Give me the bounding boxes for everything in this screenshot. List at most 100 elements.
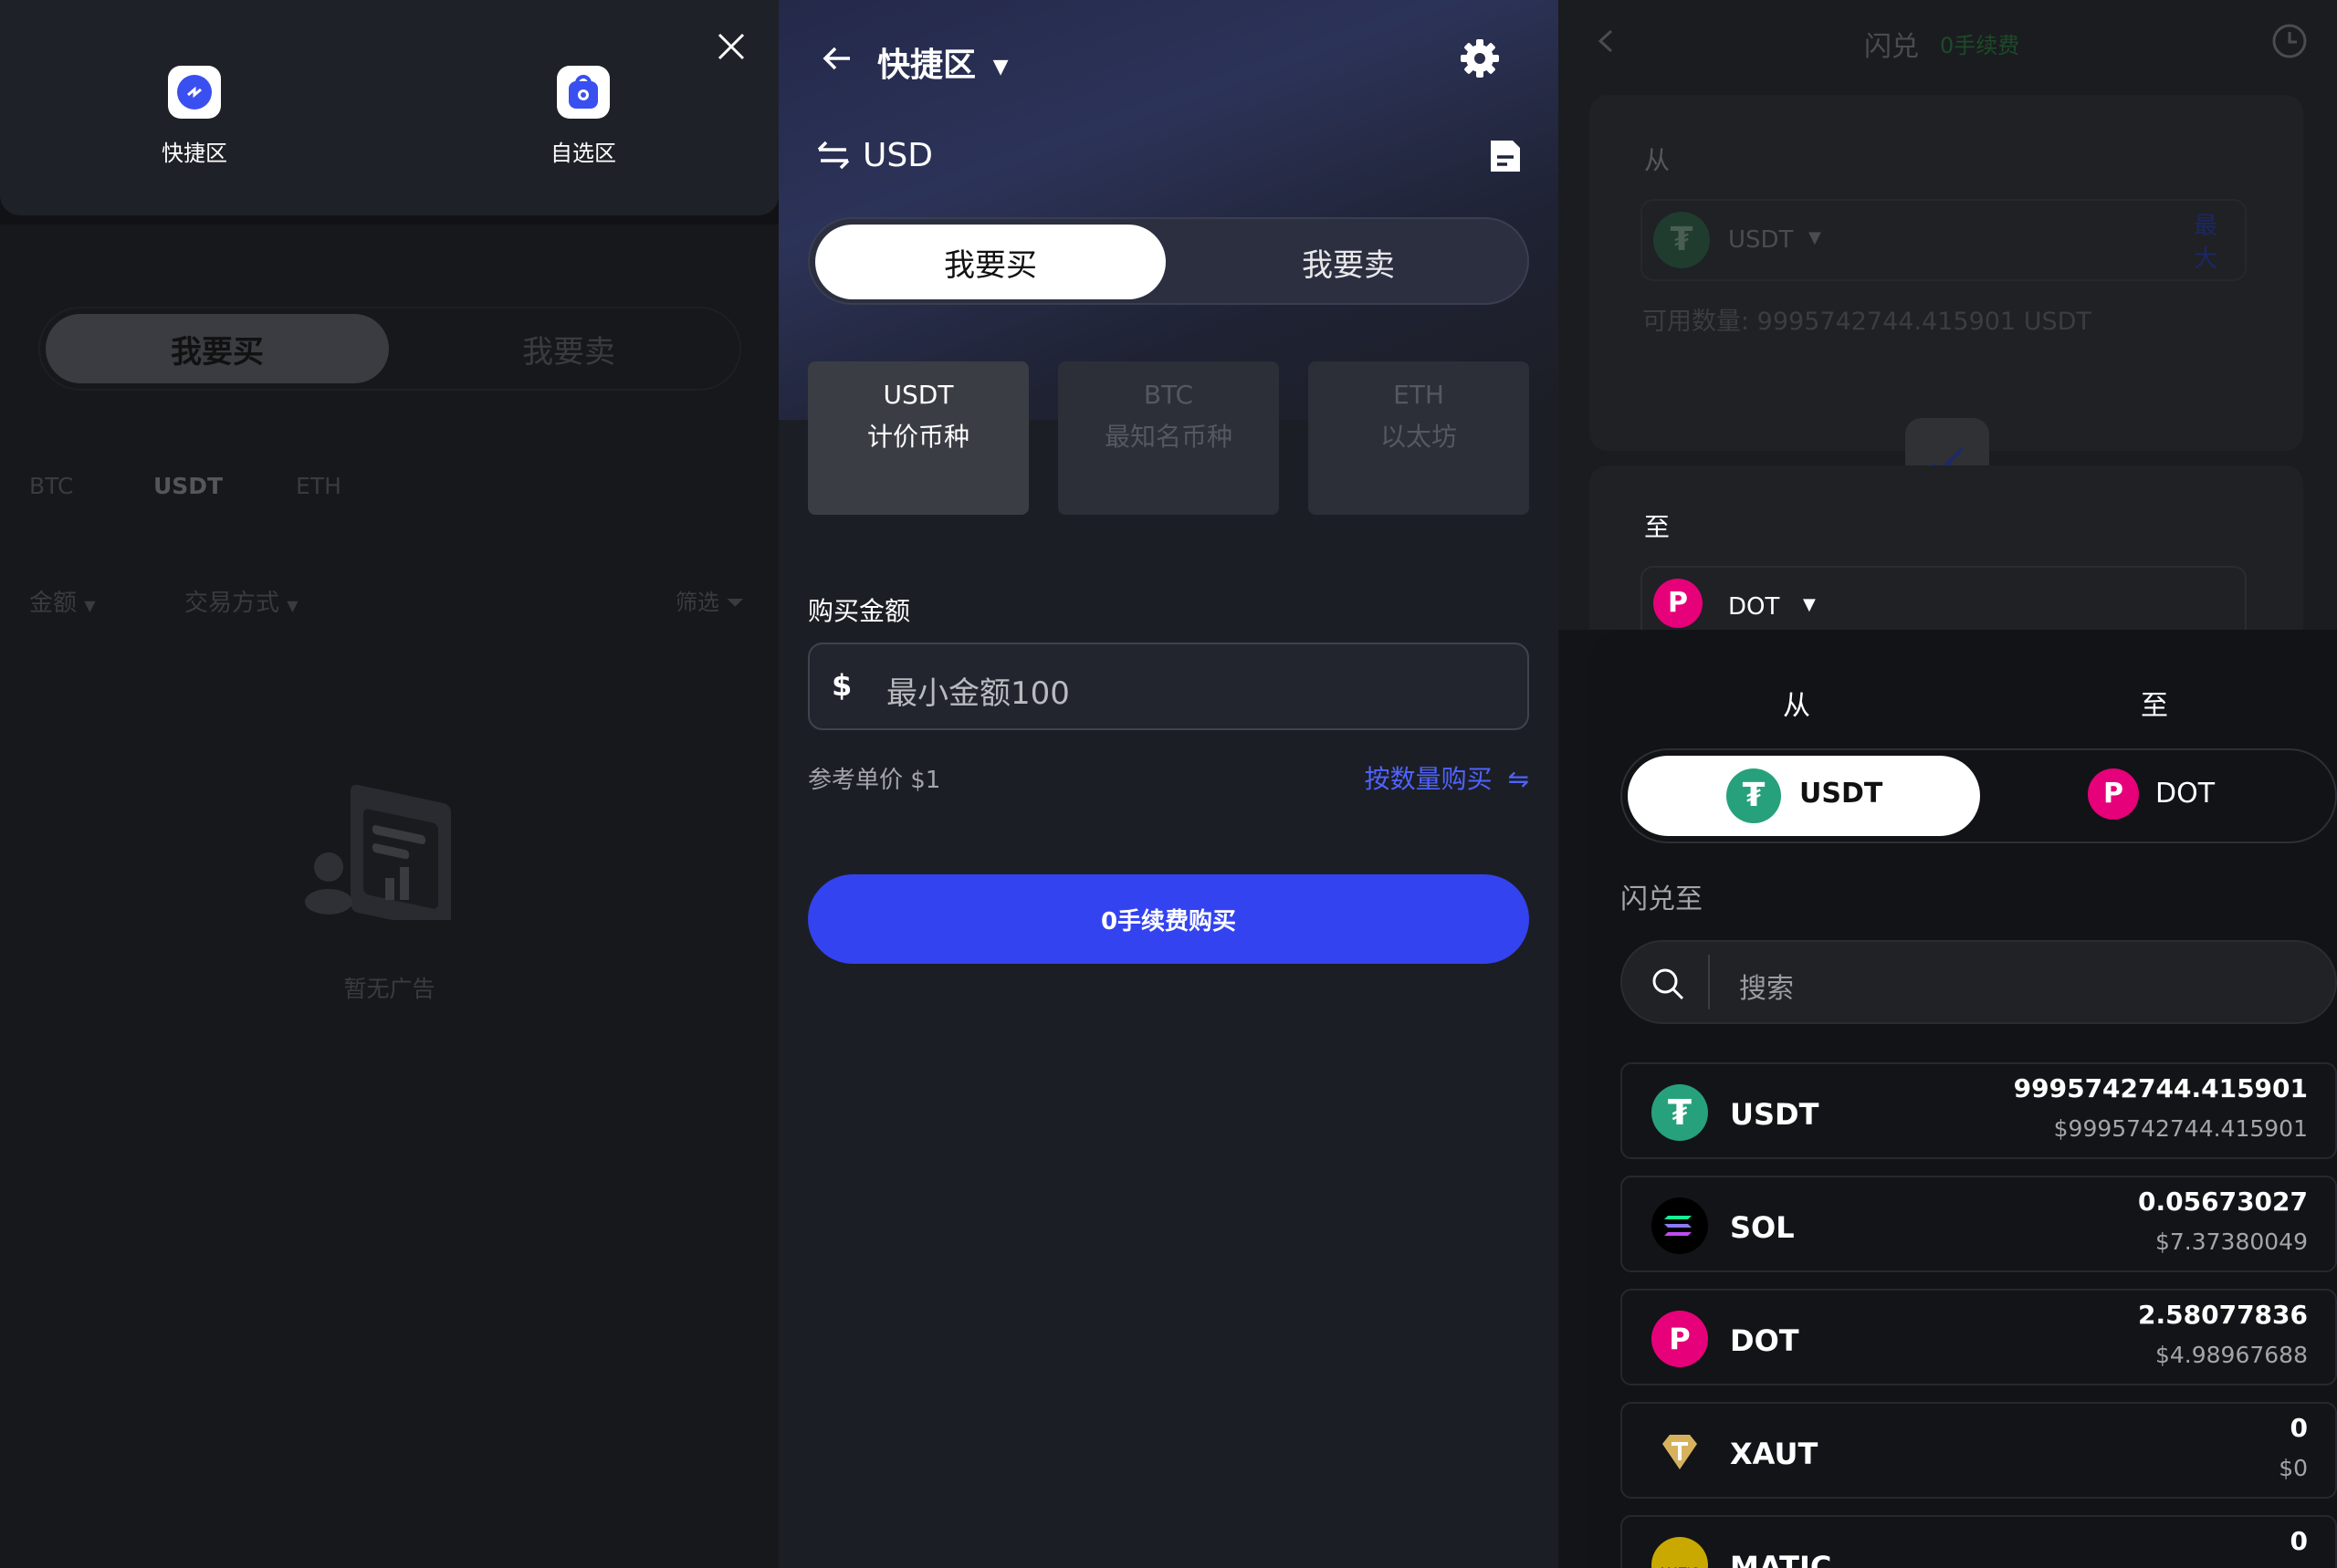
caret-down-icon: ▼ — [287, 597, 299, 614]
from-segment-label: USDT — [1799, 778, 1883, 810]
to-label: 至 — [1644, 512, 1671, 542]
from-label: 从 — [1644, 145, 1671, 175]
amount-filter[interactable]: 金额 ▼ — [29, 584, 96, 618]
back-chevron-icon[interactable] — [1595, 27, 1617, 55]
token-row-matic[interactable]: MATIC MATIC 0 — [1620, 1515, 2337, 1568]
token-row-dot[interactable]: P DOT 2.58077836 $4.98967688 — [1620, 1289, 2337, 1385]
to-card: 至 P DOT ▼ — [1589, 465, 2303, 648]
coin-card-btc[interactable]: BTC 最知名币种 — [1058, 361, 1279, 515]
token-amount: 2.58077836 — [2138, 1300, 2308, 1330]
token-amount: 0 — [2290, 1526, 2308, 1556]
polkadot-icon: P — [2088, 768, 2139, 820]
caret-down-icon: ▼ — [992, 55, 1009, 78]
shopping-bag-icon — [569, 75, 598, 109]
token-amount: 0.05673027 — [2138, 1186, 2308, 1217]
search-placeholder: 搜索 — [1739, 973, 1794, 1005]
token-row-sol[interactable]: SOL 0.05673027 $7.37380049 — [1620, 1176, 2337, 1272]
coin-card-name: BTC — [1143, 380, 1194, 410]
sheet-tab-from[interactable]: 从 — [1783, 683, 1810, 723]
solana-logo — [1664, 1216, 1692, 1236]
caret-down-icon: ▼ — [1803, 595, 1816, 614]
fiat-currency-selector[interactable]: USD — [863, 137, 933, 174]
reference-price: 参考单价 $1 — [808, 767, 941, 794]
buy-zero-fee-button[interactable]: 0手续费购买 — [808, 874, 1529, 964]
token-amount: 0 — [2290, 1413, 2308, 1443]
payment-method-filter[interactable]: 交易方式 ▼ — [184, 584, 299, 618]
coin-tab-eth[interactable]: ETH — [296, 473, 341, 499]
tether-gold-icon — [1651, 1424, 1708, 1480]
zero-fee-badge: 0手续费 — [1940, 33, 2020, 58]
swap-arrows-icon: ⇋ — [1507, 764, 1529, 794]
amount-input[interactable]: $ 最小金额100 — [808, 643, 1529, 730]
tether-icon: ₮ — [1651, 1084, 1708, 1141]
solana-icon — [1651, 1197, 1708, 1254]
quick-zone-button[interactable] — [168, 66, 221, 119]
coin-tab-btc[interactable]: BTC — [29, 473, 73, 499]
token-usd-value: $0 — [2279, 1455, 2308, 1481]
search-icon — [1652, 968, 1684, 1000]
p2p-panel-dimmed: 我要买 我要卖 BTC USDT ETH 金额 ▼ 交易方式 ▼ 筛选 ⏷ 暂无… — [0, 0, 779, 1568]
polkadot-icon: P — [1653, 579, 1703, 628]
token-symbol: SOL — [1730, 1210, 1795, 1245]
polkadot-icon: P — [1651, 1311, 1708, 1367]
history-clock-icon[interactable] — [2270, 22, 2309, 60]
coin-card-name: USDT — [883, 380, 954, 410]
buy-sell-toggle[interactable]: 我要买 我要卖 — [38, 307, 741, 391]
sell-tab[interactable]: 我要卖 — [1173, 225, 1524, 299]
gear-icon[interactable] — [1458, 37, 1502, 80]
tether-icon: ₮ — [1653, 212, 1710, 268]
amount-placeholder: 最小金额100 — [886, 675, 1070, 712]
buy-sell-toggle[interactable]: 我要买 我要卖 — [808, 217, 1529, 305]
buy-tab[interactable]: 我要买 — [46, 314, 389, 383]
coin-card-desc: 计价币种 — [866, 422, 969, 452]
from-to-toggle[interactable]: ₮ USDT P DOT — [1620, 748, 2337, 843]
amount-label: 购买金额 — [808, 596, 911, 626]
search-divider — [1708, 955, 1710, 1009]
tether-icon: ₮ — [1726, 768, 1781, 823]
to-segment[interactable]: P DOT — [1982, 756, 2334, 836]
close-icon[interactable] — [712, 27, 750, 66]
page-title-text: 快捷区 — [877, 47, 977, 84]
favorites-zone-button[interactable] — [557, 66, 610, 119]
funnel-icon: ⏷ — [726, 590, 744, 615]
token-row-xaut[interactable]: XAUT 0 $0 — [1620, 1402, 2337, 1499]
flash-swap-panel: 闪兑 0手续费 从 ₮ USDT ▼ 最大 可用数量: 9995742744.4… — [1558, 0, 2337, 1568]
buy-by-quantity-link[interactable]: 按数量购买 ⇋ — [1365, 759, 1529, 796]
to-token-symbol: DOT — [1728, 593, 1780, 621]
zone-switcher-sheet: 快捷区 自选区 — [0, 0, 779, 215]
search-input[interactable]: 搜索 — [1620, 940, 2337, 1024]
back-arrow-icon[interactable] — [819, 40, 855, 77]
buy-tab[interactable]: 我要买 — [815, 225, 1166, 299]
quick-zone-icon — [177, 75, 212, 110]
coin-tab-usdt[interactable]: USDT — [153, 473, 223, 499]
amount-filter-label: 金额 — [29, 590, 78, 617]
coin-card-usdt[interactable]: USDT 计价币种 — [808, 361, 1029, 515]
empty-state-text: 暂无广告 — [343, 976, 435, 1002]
caret-down-icon: ▼ — [84, 597, 96, 614]
token-symbol: USDT — [1730, 1097, 1819, 1132]
token-symbol: XAUT — [1730, 1437, 1818, 1471]
polygon-icon: MATIC — [1651, 1537, 1708, 1568]
order-list-icon[interactable] — [1487, 137, 1524, 175]
token-usd-value: $7.37380049 — [2154, 1228, 2308, 1255]
sheet-tab-to[interactable]: 至 — [2141, 683, 2168, 723]
sell-tab[interactable]: 我要卖 — [400, 314, 738, 383]
favorites-zone-label: 自选区 — [550, 141, 616, 166]
coin-card-desc: 最知名币种 — [1104, 422, 1232, 452]
page-title[interactable]: 快捷区 ▼ — [877, 38, 1008, 86]
filter-button[interactable]: 筛选 ⏷ — [676, 584, 744, 616]
quick-buy-panel: 快捷区 ▼ USD 我要买 我要卖 USDT 计价币种 BTC 最知名币种 ET… — [779, 0, 1558, 1568]
swap-to-label: 闪兑至 — [1620, 883, 1703, 915]
token-amount: 9995742744.415901 — [2013, 1073, 2308, 1103]
swap-arrows-icon[interactable] — [815, 139, 852, 172]
from-token-selector[interactable]: ₮ USDT ▼ 最大 — [1640, 199, 2247, 281]
token-row-usdt[interactable]: ₮ USDT 9995742744.415901 $9995742744.415… — [1620, 1062, 2337, 1159]
quick-zone-label: 快捷区 — [162, 141, 227, 166]
token-symbol: DOT — [1730, 1323, 1799, 1358]
max-button[interactable]: 最大 — [2194, 210, 2221, 276]
buy-by-quantity-label: 按数量购买 — [1364, 764, 1493, 794]
from-segment[interactable]: ₮ USDT — [1628, 756, 1980, 836]
available-amount: 可用数量: 9995742744.415901 USDT — [1642, 308, 2091, 336]
coin-card-eth[interactable]: ETH 以太坊 — [1308, 361, 1529, 515]
token-usd-value: $4.98967688 — [2154, 1342, 2308, 1368]
